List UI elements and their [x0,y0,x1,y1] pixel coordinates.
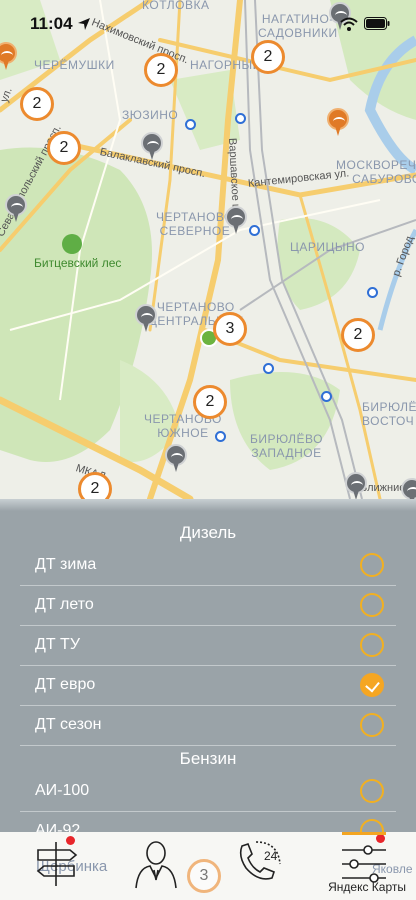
fuel-option-row[interactable]: АИ-100 [20,771,396,812]
metro-station-icon [215,431,226,442]
district-label: ЧЕРТАНОВО СЕВЕРНОЕ [156,210,234,238]
phone-24-icon: 24 [239,841,281,880]
metro-station-icon [367,287,378,298]
district-label: ЗЮЗИНО [122,108,179,122]
fuel-option-label: ДТ зима [35,556,97,573]
fuel-station-pin[interactable] [0,42,17,72]
park-marker [62,234,82,254]
station-cluster[interactable]: 2 [341,318,375,352]
station-cluster[interactable]: 2 [47,131,81,165]
radio-button[interactable] [360,819,384,832]
metro-station-icon [235,113,246,124]
fuel-option-label: ДТ сезон [35,716,102,733]
status-time: 11:04 [30,14,73,33]
fuel-option-row[interactable]: ДТ сезон [20,705,396,746]
section-title-diesel: Дизель [179,523,237,542]
fuel-station-pin[interactable] [225,206,247,236]
fuel-station-pin[interactable] [5,194,27,224]
fuel-station-pin[interactable] [141,132,163,162]
fuel-station-pin[interactable] [327,108,349,138]
fuel-option-label: ДТ лето [35,596,94,613]
fuel-option-label: ДТ ТУ [35,636,80,653]
district-label: ЦАРИЦЫНО [290,240,366,254]
person-icon [135,841,177,889]
yandex-maps-attribution[interactable]: Яндекс Карты [328,880,406,894]
station-cluster[interactable]: 2 [144,53,178,87]
district-label: ЧЕРЁМУШКИ [34,58,115,72]
fuel-option-row[interactable]: ДТ евро [20,665,396,706]
fuel-filter-panel: Дизель ДТ зима ДТ лето ДТ ТУ ДТ евро ДТ … [0,499,416,832]
notification-badge [66,836,75,845]
fuel-option-row[interactable]: ДТ лето [20,585,396,626]
tab-routes[interactable] [32,836,88,890]
fuel-option-label: АИ-100 [35,782,90,799]
signpost-icon [36,842,78,886]
radio-button[interactable] [360,713,384,737]
radio-button[interactable] [360,553,384,577]
station-cluster[interactable]: 2 [193,385,227,419]
fuel-option-row[interactable]: АИ-92 [20,811,396,832]
section-title-petrol: Бензин [179,749,237,768]
radio-button[interactable] [360,779,384,803]
active-tab-indicator [342,832,386,835]
hotline-24-text: 24 [264,849,278,863]
radio-button[interactable] [360,593,384,617]
status-bar: 11:04 [0,0,416,46]
tab-profile[interactable] [128,838,184,890]
fuel-station-pin[interactable] [345,472,367,502]
radio-button[interactable] [360,633,384,657]
station-cluster[interactable]: 2 [20,87,54,121]
district-label: БИРЮЛЁВО ЗАПАДНОЕ [250,432,323,460]
station-cluster[interactable]: 3 [187,859,221,893]
wifi-icon [340,17,358,31]
fuel-station-pin[interactable] [165,444,187,474]
radio-button-checked[interactable] [360,673,384,697]
app-screen: КОТЛОВКА НАГАТИНО- САДОВНИКИ ЧЕРЁМУШКИ Н… [0,0,416,900]
metro-station-icon [249,225,260,236]
notification-badge [376,834,385,843]
location-arrow-icon [78,18,90,30]
metro-station-icon [263,363,274,374]
metro-station-icon [185,119,196,130]
fuel-option-row[interactable]: ДТ ТУ [20,625,396,666]
station-cluster[interactable]: 3 [213,312,247,346]
fuel-option-label: АИ-92 [35,822,81,832]
fuel-option-label: ДТ евро [35,676,96,693]
park-label: Битцевский лес [34,256,122,270]
battery-icon [364,17,390,30]
fuel-option-row[interactable]: ДТ зима [20,545,396,586]
tab-hotline[interactable]: 24 [232,838,288,890]
fuel-station-pin[interactable] [135,304,157,334]
metro-station-icon [321,391,332,402]
district-label: БИРЮЛЁ ВОСТОЧ [362,400,416,428]
